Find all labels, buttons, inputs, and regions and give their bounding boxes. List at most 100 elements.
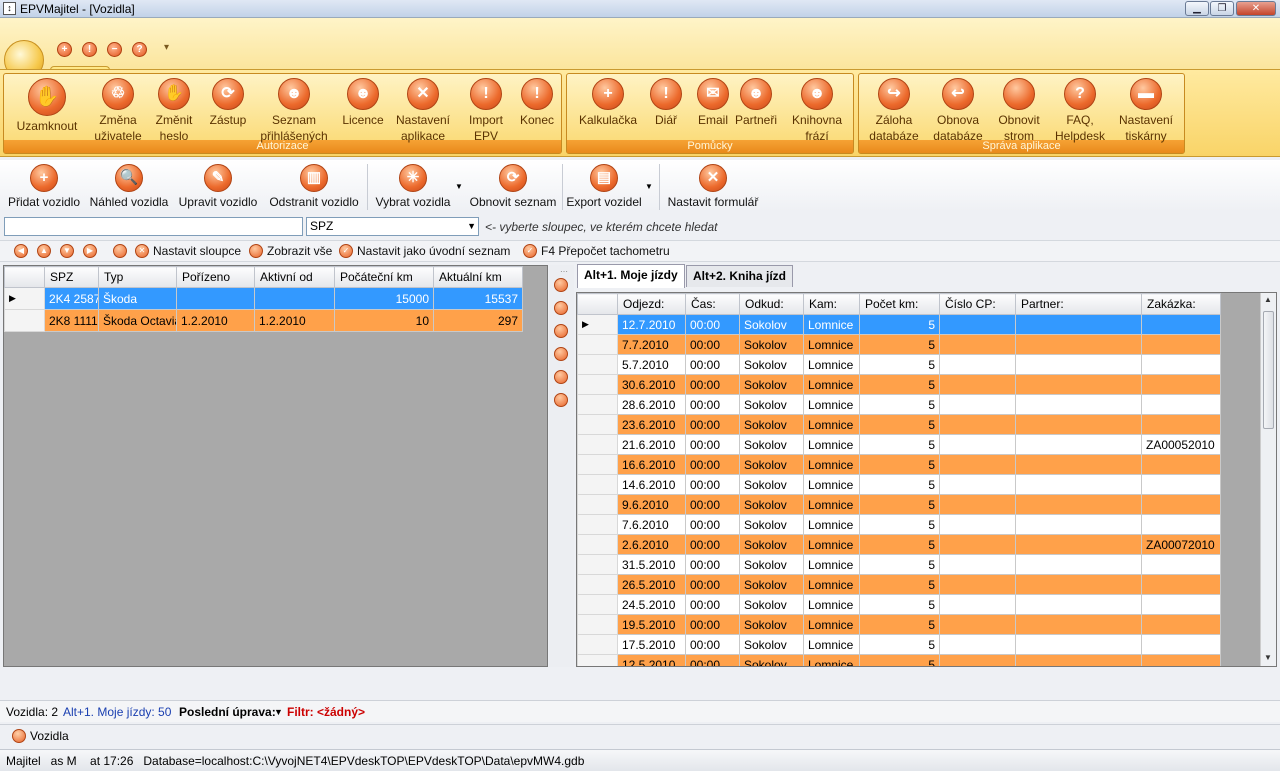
table-cell[interactable] <box>1141 514 1221 535</box>
table-row[interactable]: 16.6.2010 00:00 Sokolov Lomnice 5 <box>577 454 1221 475</box>
row-indicator[interactable] <box>577 394 618 415</box>
table-cell[interactable]: Sokolov <box>739 334 804 355</box>
table-cell[interactable]: Lomnice <box>803 314 860 335</box>
previous-record-icon[interactable]: ▲ <box>37 244 51 258</box>
table-cell[interactable] <box>1015 334 1142 355</box>
table-cell[interactable]: 5 <box>859 354 940 375</box>
panel-splitter[interactable]: ⋯ <box>549 265 574 667</box>
table-row[interactable]: 9.6.2010 00:00 Sokolov Lomnice 5 <box>577 494 1221 515</box>
table-cell[interactable] <box>939 574 1016 595</box>
search-input[interactable] <box>4 217 303 236</box>
table-cell[interactable]: 12.7.2010 <box>617 314 686 335</box>
table-cell[interactable] <box>176 287 255 310</box>
row-indicator[interactable] <box>577 474 618 495</box>
table-cell[interactable]: 00:00 <box>685 474 740 495</box>
table-cell[interactable]: 26.5.2010 <box>617 574 686 595</box>
table-cell[interactable]: Sokolov <box>739 434 804 455</box>
table-cell[interactable]: 5 <box>859 634 940 655</box>
table-cell[interactable] <box>939 314 1016 335</box>
toolbar-button-4[interactable]: ✳ Vybrat vozidla <box>374 164 452 209</box>
scrollbar-thumb[interactable] <box>1263 311 1274 429</box>
row-indicator[interactable] <box>577 614 618 635</box>
column-header[interactable]: Pořízeno <box>176 266 255 288</box>
ribbon-button-sprava-2[interactable]: Obnovit strom <box>989 78 1049 144</box>
table-cell[interactable]: Lomnice <box>803 554 860 575</box>
table-cell[interactable]: Lomnice <box>803 454 860 475</box>
toolbar-button-2[interactable]: ✎ Upravit vozidlo <box>178 164 258 209</box>
table-cell[interactable]: Sokolov <box>739 614 804 635</box>
table-cell[interactable] <box>1015 454 1142 475</box>
row-indicator[interactable] <box>577 594 618 615</box>
table-row[interactable]: 7.6.2010 00:00 Sokolov Lomnice 5 <box>577 514 1221 535</box>
row-indicator[interactable] <box>577 414 618 435</box>
table-cell[interactable]: 1.2.2010 <box>254 309 335 332</box>
table-cell[interactable]: Sokolov <box>739 314 804 335</box>
table-cell[interactable]: 2K4 2587 <box>44 287 99 310</box>
table-cell[interactable]: Lomnice <box>803 414 860 435</box>
chevron-down-icon[interactable]: ▼ <box>274 707 283 717</box>
table-cell[interactable]: 23.6.2010 <box>617 414 686 435</box>
table-cell[interactable]: 7.7.2010 <box>617 334 686 355</box>
search-column-select[interactable]: SPZ ▼ <box>306 217 479 236</box>
table-cell[interactable] <box>1015 494 1142 515</box>
table-cell[interactable]: Sokolov <box>739 474 804 495</box>
table-cell[interactable]: Sokolov <box>739 354 804 375</box>
table-cell[interactable]: 7.6.2010 <box>617 514 686 535</box>
table-cell[interactable] <box>1015 634 1142 655</box>
table-cell[interactable]: 00:00 <box>685 374 740 395</box>
table-cell[interactable] <box>939 394 1016 415</box>
ribbon-button-pomucky-3[interactable]: ☻ Partneři <box>733 78 779 128</box>
table-cell[interactable] <box>1015 434 1142 455</box>
table-cell[interactable] <box>1141 594 1221 615</box>
row-indicator[interactable]: ▶ <box>577 314 618 335</box>
table-row[interactable]: 19.5.2010 00:00 Sokolov Lomnice 5 <box>577 614 1221 635</box>
table-cell[interactable]: Sokolov <box>739 454 804 475</box>
table-cell[interactable]: 12.5.2010 <box>617 654 686 666</box>
table-row[interactable]: 12.5.2010 00:00 Sokolov Lomnice 5 <box>577 654 1221 666</box>
ribbon-button-autorizace-5[interactable]: ☻ Licence <box>338 78 388 128</box>
cancel-icon[interactable]: ✕ <box>135 244 149 258</box>
table-cell[interactable] <box>254 287 335 310</box>
table-cell[interactable]: 30.6.2010 <box>617 374 686 395</box>
table-cell[interactable]: Lomnice <box>803 534 860 555</box>
table-cell[interactable]: 15537 <box>433 287 523 310</box>
table-cell[interactable]: Sokolov <box>739 534 804 555</box>
table-cell[interactable] <box>939 634 1016 655</box>
table-cell[interactable]: 00:00 <box>685 394 740 415</box>
table-cell[interactable] <box>1015 654 1142 666</box>
row-indicator[interactable] <box>4 309 45 332</box>
table-cell[interactable]: 10 <box>334 309 434 332</box>
row-indicator[interactable] <box>577 654 618 666</box>
table-cell[interactable] <box>939 614 1016 635</box>
table-row[interactable]: 30.6.2010 00:00 Sokolov Lomnice 5 <box>577 374 1221 395</box>
table-cell[interactable] <box>939 554 1016 575</box>
close-button[interactable]: ✕ <box>1236 1 1276 16</box>
table-cell[interactable]: 5 <box>859 394 940 415</box>
table-cell[interactable]: Škoda Octavia <box>98 309 177 332</box>
table-cell[interactable]: 5 <box>859 414 940 435</box>
table-cell[interactable] <box>1015 574 1142 595</box>
table-cell[interactable]: Sokolov <box>739 654 804 666</box>
table-cell[interactable]: 00:00 <box>685 514 740 535</box>
table-cell[interactable]: Sokolov <box>739 554 804 575</box>
table-cell[interactable]: Lomnice <box>803 594 860 615</box>
table-cell[interactable]: Lomnice <box>803 354 860 375</box>
table-cell[interactable]: Lomnice <box>803 394 860 415</box>
table-cell[interactable]: 15000 <box>334 287 434 310</box>
dropdown-arrow-icon[interactable]: ▼ <box>455 182 463 191</box>
maximize-button[interactable]: ❐ <box>1210 1 1234 16</box>
app-icon[interactable]: ↕ <box>3 2 16 15</box>
table-cell[interactable] <box>1015 354 1142 375</box>
row-indicator[interactable] <box>577 334 618 355</box>
table-cell[interactable]: 5 <box>859 314 940 335</box>
column-header[interactable]: Počáteční km <box>334 266 434 288</box>
show-all-button[interactable]: Zobrazit vše <box>267 244 332 258</box>
column-header[interactable]: Partner: <box>1015 293 1142 315</box>
qat-customize-icon[interactable]: ▾ <box>164 42 169 53</box>
table-cell[interactable]: Lomnice <box>803 334 860 355</box>
next-record-icon[interactable]: ▼ <box>60 244 74 258</box>
table-cell[interactable]: 5 <box>859 374 940 395</box>
table-cell[interactable]: 5 <box>859 574 940 595</box>
table-cell[interactable]: Sokolov <box>739 394 804 415</box>
ribbon-button-autorizace-2[interactable]: ✋ Změnit heslo <box>149 78 199 144</box>
